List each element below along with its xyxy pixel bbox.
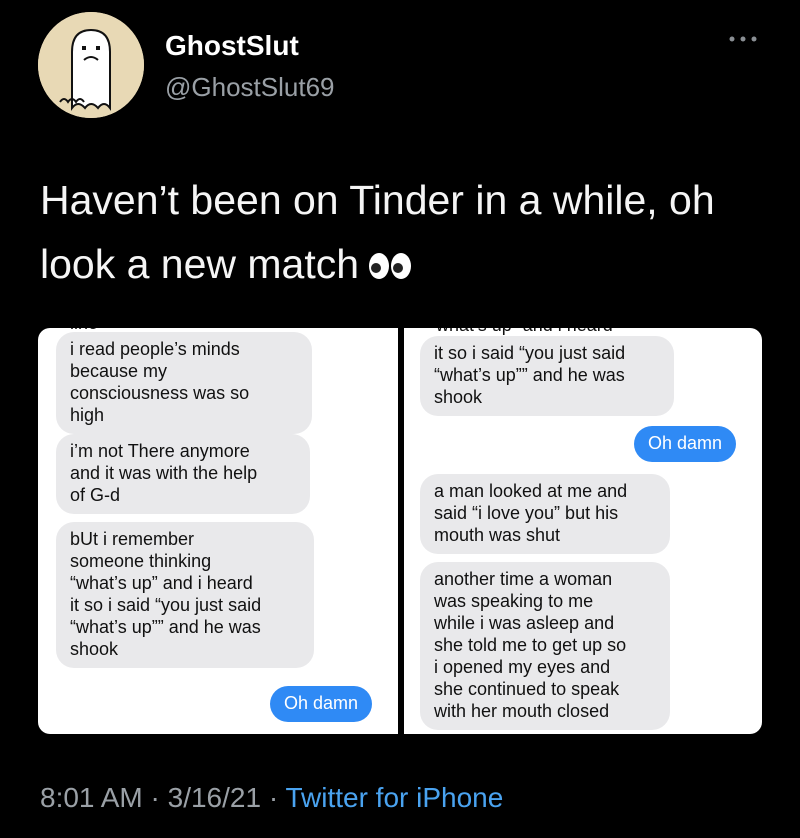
- tweet-meta: 8:01 AM · 3/16/21 · Twitter for iPhone: [40, 782, 503, 814]
- message-bubble: a man looked at me and said “i love you”…: [420, 474, 670, 554]
- avatar[interactable]: [38, 12, 144, 118]
- message-bubble: bUt i remember someone thinking “what’s …: [56, 522, 314, 668]
- ghost-icon: [38, 12, 144, 118]
- chat-screenshot-right[interactable]: what’s up” and i heard it so i said “you…: [404, 328, 762, 734]
- separator: ·: [142, 782, 168, 813]
- tweet-date[interactable]: 3/16/21: [168, 782, 261, 813]
- message-bubble: it so i said “you just said “what’s up””…: [420, 336, 674, 416]
- clipped-text: what’s up” and i heard: [436, 328, 613, 336]
- sent-message-bubble: Oh damn: [634, 426, 737, 462]
- tweet-text: Haven’t been on Tinder in a while, oh lo…: [40, 168, 760, 299]
- message-bubble: another time a woman was speaking to me …: [420, 562, 670, 730]
- display-name[interactable]: GhostSlut: [165, 30, 299, 62]
- user-handle[interactable]: @GhostSlut69: [165, 72, 334, 103]
- ellipsis-icon[interactable]: [728, 28, 758, 49]
- tweet-source-link[interactable]: Twitter for iPhone: [285, 782, 503, 813]
- tweet-time[interactable]: 8:01 AM: [40, 782, 143, 813]
- message-bubble: i read people’s minds because my conscio…: [56, 332, 312, 434]
- message-bubble: i’m not There anymore and it was with th…: [56, 434, 310, 514]
- eyes-icon: [367, 235, 415, 299]
- chat-screenshot-left[interactable]: line i read people’s minds because my co…: [38, 328, 398, 734]
- sent-message-bubble: Oh damn: [270, 686, 373, 722]
- separator: ·: [261, 782, 286, 813]
